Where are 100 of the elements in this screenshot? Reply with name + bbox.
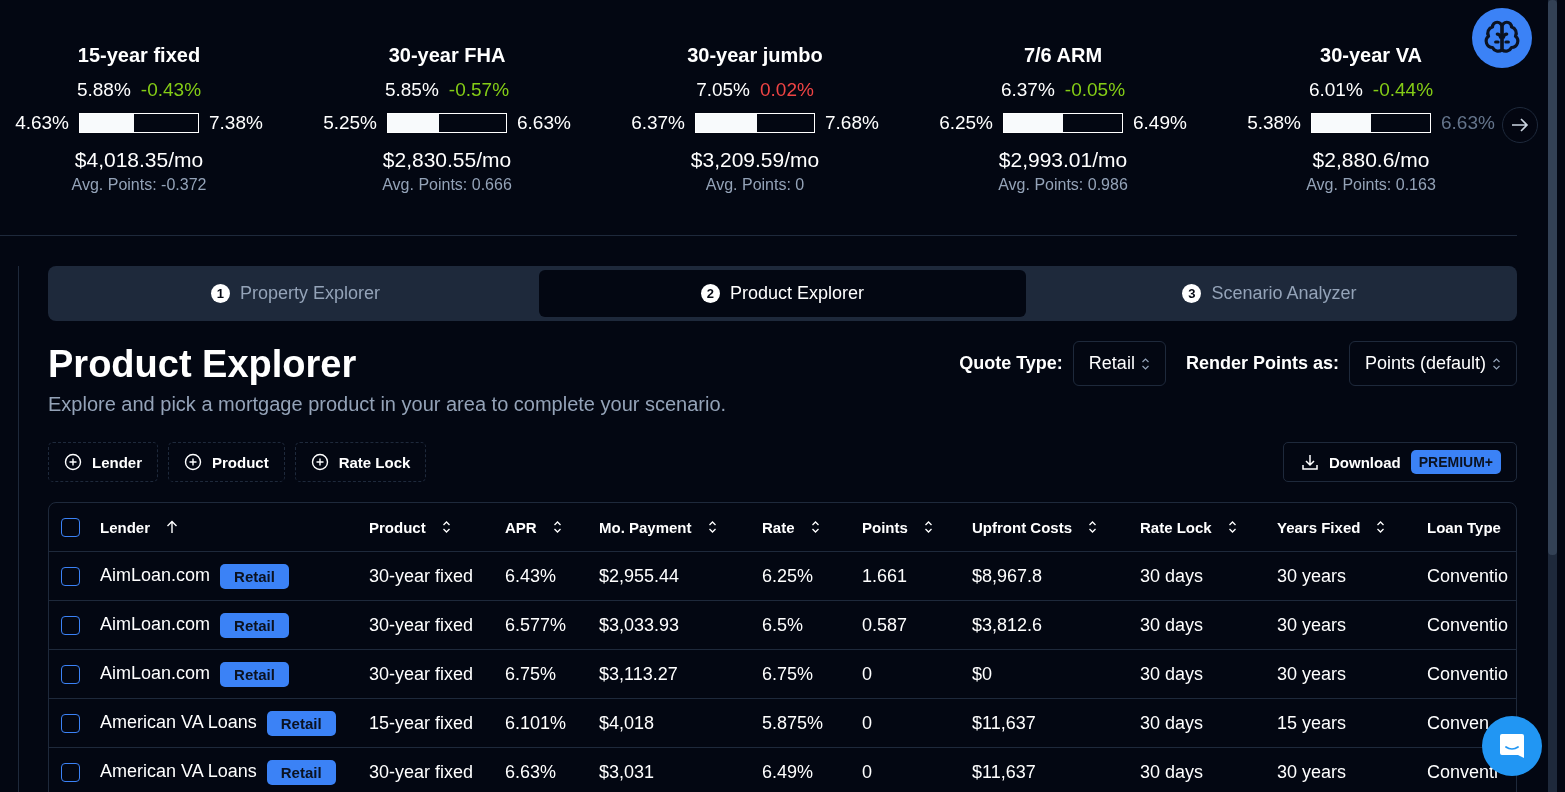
table-cell: $11,637 (972, 712, 1036, 733)
retail-tag: Retail (266, 710, 336, 736)
table-cell: $3,812.6 (972, 614, 1043, 635)
brain-icon-button[interactable] (1472, 8, 1532, 68)
column-header[interactable]: Lender (100, 518, 150, 536)
rate-value: 5.85% (384, 79, 439, 101)
quote-type-select[interactable]: Retail (1072, 341, 1166, 386)
lender-name: AimLoan.com (100, 613, 211, 634)
range-low: 6.37% (631, 112, 685, 134)
table-cell: 0 (862, 712, 872, 733)
sort-icon[interactable] (552, 520, 562, 534)
download-label: Download (1329, 453, 1401, 471)
range-low: 5.25% (323, 112, 377, 134)
table-cell: 6.75% (762, 663, 814, 684)
table-cell: 6.75% (505, 663, 557, 684)
sort-icon[interactable] (923, 520, 933, 534)
table-cell: $8,967.8 (972, 565, 1043, 586)
table-cell: $3,033.93 (599, 614, 680, 635)
chevrons-icon (1492, 356, 1501, 371)
rate-change: 0.02% (760, 79, 814, 101)
render-points-select[interactable]: Points (default) (1348, 341, 1517, 386)
row-checkbox[interactable] (61, 615, 80, 635)
table-cell: $4,018 (599, 712, 655, 733)
column-header[interactable]: Product (369, 518, 426, 536)
next-arrow-button[interactable] (1502, 107, 1538, 143)
table-cell: 30 years (1277, 761, 1347, 782)
add-filter-button[interactable]: Lender (48, 442, 158, 482)
table-cell: 30-year fixed (369, 761, 474, 782)
rate-change: -0.57% (448, 79, 510, 101)
table-cell: $3,113.27 (599, 663, 678, 684)
step-tab[interactable]: 1 Property Explorer (52, 270, 539, 317)
row-checkbox[interactable] (61, 566, 80, 586)
sort-icon[interactable] (1227, 520, 1237, 534)
average-points: Avg. Points: -0.372 (71, 176, 207, 194)
add-filter-button[interactable]: Rate Lock (294, 442, 427, 482)
table-cell: 6.577% (505, 614, 567, 635)
monthly-payment: $2,880.6/mo (1312, 148, 1430, 172)
table-cell: Conventio (1427, 614, 1509, 635)
range-high: 6.63% (1441, 112, 1495, 134)
row-checkbox[interactable] (61, 713, 80, 733)
column-header[interactable]: Mo. Payment (599, 518, 692, 536)
chat-icon (1497, 731, 1527, 761)
table-cell: 30 years (1277, 565, 1347, 586)
step-tab[interactable]: 3 Scenario Analyzer (1026, 270, 1513, 317)
monthly-payment: $2,993.01/mo (998, 148, 1128, 172)
sort-icon[interactable] (441, 520, 451, 534)
table-cell: 1.661 (862, 565, 908, 586)
table-cell: $2,955.44 (599, 565, 680, 586)
average-points: Avg. Points: 0.666 (382, 176, 512, 194)
column-header[interactable]: Points (862, 518, 908, 536)
step-tab[interactable]: 2 Product Explorer (539, 270, 1026, 317)
monthly-payment: $2,830.55/mo (382, 148, 512, 172)
plus-circle-icon (310, 453, 329, 471)
table-cell: 15 years (1277, 712, 1347, 733)
table-cell: $11,637 (972, 761, 1036, 782)
download-button[interactable]: Download PREMIUM+ (1283, 442, 1517, 482)
table-cell: 30 days (1140, 663, 1204, 684)
download-icon (1301, 453, 1320, 471)
range-high: 6.49% (1133, 112, 1187, 134)
table-cell: 30-year fixed (369, 565, 474, 586)
table-cell: 6.101% (505, 712, 567, 733)
table-cell: 5.875% (762, 712, 824, 733)
table-cell: 6.63% (505, 761, 557, 782)
rate-title: 7/6 ARM (1023, 44, 1103, 68)
table-cell: Conventio (1427, 663, 1509, 684)
lender-name: American VA Loans (100, 711, 257, 732)
column-header[interactable]: Rate (762, 518, 795, 536)
sort-icon[interactable] (1376, 520, 1386, 534)
page-title: Product Explorer (48, 342, 358, 387)
range-low: 5.38% (1247, 112, 1301, 134)
rate-title: 30-year VA (1320, 44, 1422, 68)
add-filter-button[interactable]: Product (168, 442, 285, 482)
rate-change: -0.44% (1372, 79, 1434, 101)
table-cell: 30-year fixed (369, 663, 474, 684)
retail-tag: Retail (220, 563, 289, 589)
page-subtitle: Explore and pick a mortgage product in your area to complete your scenario. (48, 393, 727, 416)
quote-type-label: Quote Type: (959, 353, 1063, 374)
table-cell: 0 (862, 761, 872, 782)
table-cell: 30 days (1140, 761, 1204, 782)
column-header[interactable]: Upfront Costs (972, 518, 1072, 536)
row-checkbox[interactable] (61, 762, 80, 782)
rate-title: 30-year jumbo (687, 44, 823, 68)
plus-circle-icon (64, 453, 82, 471)
sort-icon[interactable] (707, 520, 717, 534)
column-header[interactable]: APR (505, 518, 537, 536)
row-checkbox[interactable] (61, 664, 80, 684)
select-all-checkbox[interactable] (61, 517, 80, 537)
rate-change: -0.05% (1064, 79, 1126, 101)
lender-name: American VA Loans (100, 760, 257, 781)
column-header[interactable]: Rate Lock (1140, 518, 1212, 536)
rate-value: 6.01% (1308, 79, 1363, 101)
sort-up-icon[interactable] (166, 520, 178, 534)
sort-icon[interactable] (810, 520, 820, 534)
scrollbar[interactable] (1548, 0, 1557, 792)
table-cell: 6.43% (505, 565, 557, 586)
sort-icon[interactable] (1088, 520, 1097, 534)
lender-name: AimLoan.com (100, 564, 211, 585)
table-cell: Conven (1427, 712, 1490, 733)
column-header[interactable]: Years Fixed (1277, 518, 1361, 536)
column-header[interactable]: Loan Type (1427, 518, 1501, 536)
